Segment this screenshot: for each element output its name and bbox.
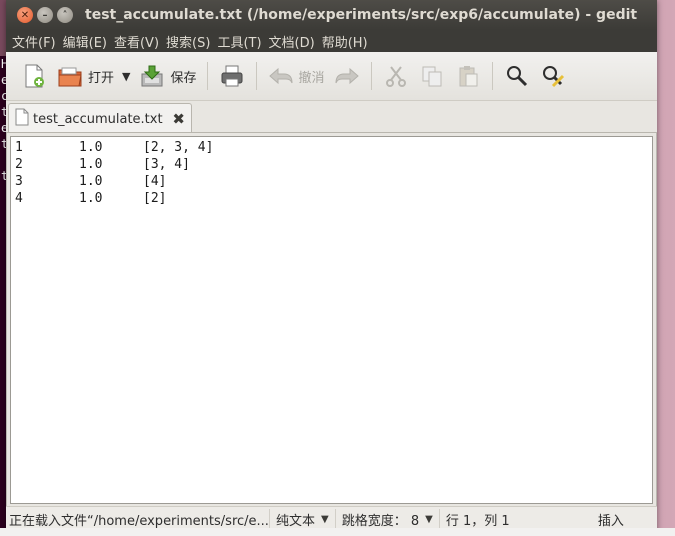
minimize-window-button[interactable]: –: [37, 7, 53, 23]
toolbar-separator: [491, 62, 493, 90]
cursor-position-label: 行 1，列 1: [445, 513, 510, 529]
replace-button[interactable]: [535, 58, 571, 94]
open-recent-dropdown[interactable]: ▼: [118, 58, 134, 94]
redo-icon: [333, 62, 361, 90]
close-window-button[interactable]: ✕: [17, 7, 33, 23]
line-number-field: 4: [15, 191, 23, 206]
copy-button[interactable]: [414, 58, 450, 94]
new-document-button[interactable]: [16, 58, 52, 94]
list-field: [2, 3, 4]: [143, 140, 214, 155]
cursor-position: 行 1，列 1: [438, 509, 576, 529]
list-field: [2]: [143, 191, 167, 206]
toolbar-separator: [255, 62, 257, 90]
clipboard-icon: [454, 62, 482, 90]
insert-mode: 插入: [592, 509, 630, 529]
text-file-icon: [15, 108, 29, 130]
document-tabs: test_accumulate.txt ✖: [6, 101, 657, 134]
dropdown-arrow-icon: ▼: [425, 513, 433, 525]
editor-frame: 1 1.0 [2, 3, 4] 2 1.0 [3, 4] 3 1.0 [4] 4 1.0 [2]: [6, 132, 657, 508]
new-document-icon: [20, 62, 48, 90]
menu-documents[interactable]: 文档(D): [267, 32, 320, 51]
menu-help[interactable]: 帮助(H): [320, 32, 373, 51]
menu-tools[interactable]: 工具(T): [215, 32, 266, 51]
window-controls: ✕ – ˄: [17, 7, 73, 23]
dropdown-arrow-icon: ▼: [122, 69, 131, 83]
language-selector[interactable]: 纯文本 ▼: [269, 509, 335, 529]
toolbar-separator: [370, 62, 372, 90]
tab-width-selector[interactable]: 跳格宽度： 8 ▼: [334, 509, 439, 529]
insert-mode-label: 插入: [597, 513, 624, 529]
window-title: test_accumulate.txt (/home/experiments/s…: [85, 7, 638, 23]
undo-button[interactable]: 撤消: [263, 58, 329, 94]
value-field: 1.0: [79, 174, 103, 189]
menu-edit[interactable]: 编辑(E): [61, 32, 112, 51]
save-button[interactable]: 保存: [134, 58, 200, 94]
copy-icon: [418, 62, 446, 90]
line-number-field: 1: [15, 140, 23, 155]
maximize-window-button[interactable]: ˄: [57, 7, 73, 23]
tab-width-label: 跳格宽度： 8: [341, 513, 420, 529]
menu-view[interactable]: 查看(V): [112, 32, 164, 51]
redo-button[interactable]: [329, 58, 365, 94]
line-number-field: 2: [15, 157, 23, 172]
value-field: 1.0: [79, 157, 103, 172]
status-message: 正在载入文件“/home/experiments/src/e...: [9, 513, 269, 529]
menu-file[interactable]: 文件(F): [10, 32, 61, 51]
gedit-window: ✕ – ˄ test_accumulate.txt (/home/experim…: [6, 0, 657, 536]
background-window-edge: [0, 528, 675, 536]
save-icon: [138, 62, 166, 90]
paste-button[interactable]: [450, 58, 486, 94]
open-label: 打开: [88, 70, 115, 86]
cut-button[interactable]: [378, 58, 414, 94]
toolbar-separator: [206, 62, 208, 90]
dropdown-arrow-icon: ▼: [321, 513, 329, 525]
scissors-icon: [382, 62, 410, 90]
value-field: 1.0: [79, 191, 103, 206]
undo-label: 撤消: [298, 70, 325, 86]
save-label: 保存: [170, 70, 197, 86]
search-icon: [503, 62, 531, 90]
print-button[interactable]: [214, 58, 250, 94]
value-field: 1.0: [79, 140, 103, 155]
list-field: [4]: [143, 174, 167, 189]
find-button[interactable]: [499, 58, 535, 94]
undo-icon: [267, 62, 295, 90]
line-number-field: 3: [15, 174, 23, 189]
text-editor[interactable]: 1 1.0 [2, 3, 4] 2 1.0 [3, 4] 3 1.0 [4] 4 1.0 [2]: [10, 136, 653, 504]
menu-search[interactable]: 搜索(S): [164, 32, 215, 51]
menu-bar: 文件(F) 编辑(E) 查看(V) 搜索(S) 工具(T) 文档(D) 帮助(H…: [6, 30, 657, 52]
tab-label: test_accumulate.txt: [33, 111, 163, 127]
open-folder-icon: [56, 62, 84, 90]
find-replace-icon: [539, 62, 567, 90]
toolbar: 打开 ▼ 保存 撤消: [6, 52, 657, 101]
close-tab-icon[interactable]: ✖: [172, 110, 185, 128]
title-bar[interactable]: ✕ – ˄ test_accumulate.txt (/home/experim…: [6, 0, 657, 30]
list-field: [3, 4]: [143, 157, 190, 172]
language-label: 纯文本: [276, 513, 316, 529]
tab-test-accumulate[interactable]: test_accumulate.txt ✖: [8, 103, 192, 134]
open-button[interactable]: 打开: [52, 58, 118, 94]
printer-icon: [218, 62, 246, 90]
